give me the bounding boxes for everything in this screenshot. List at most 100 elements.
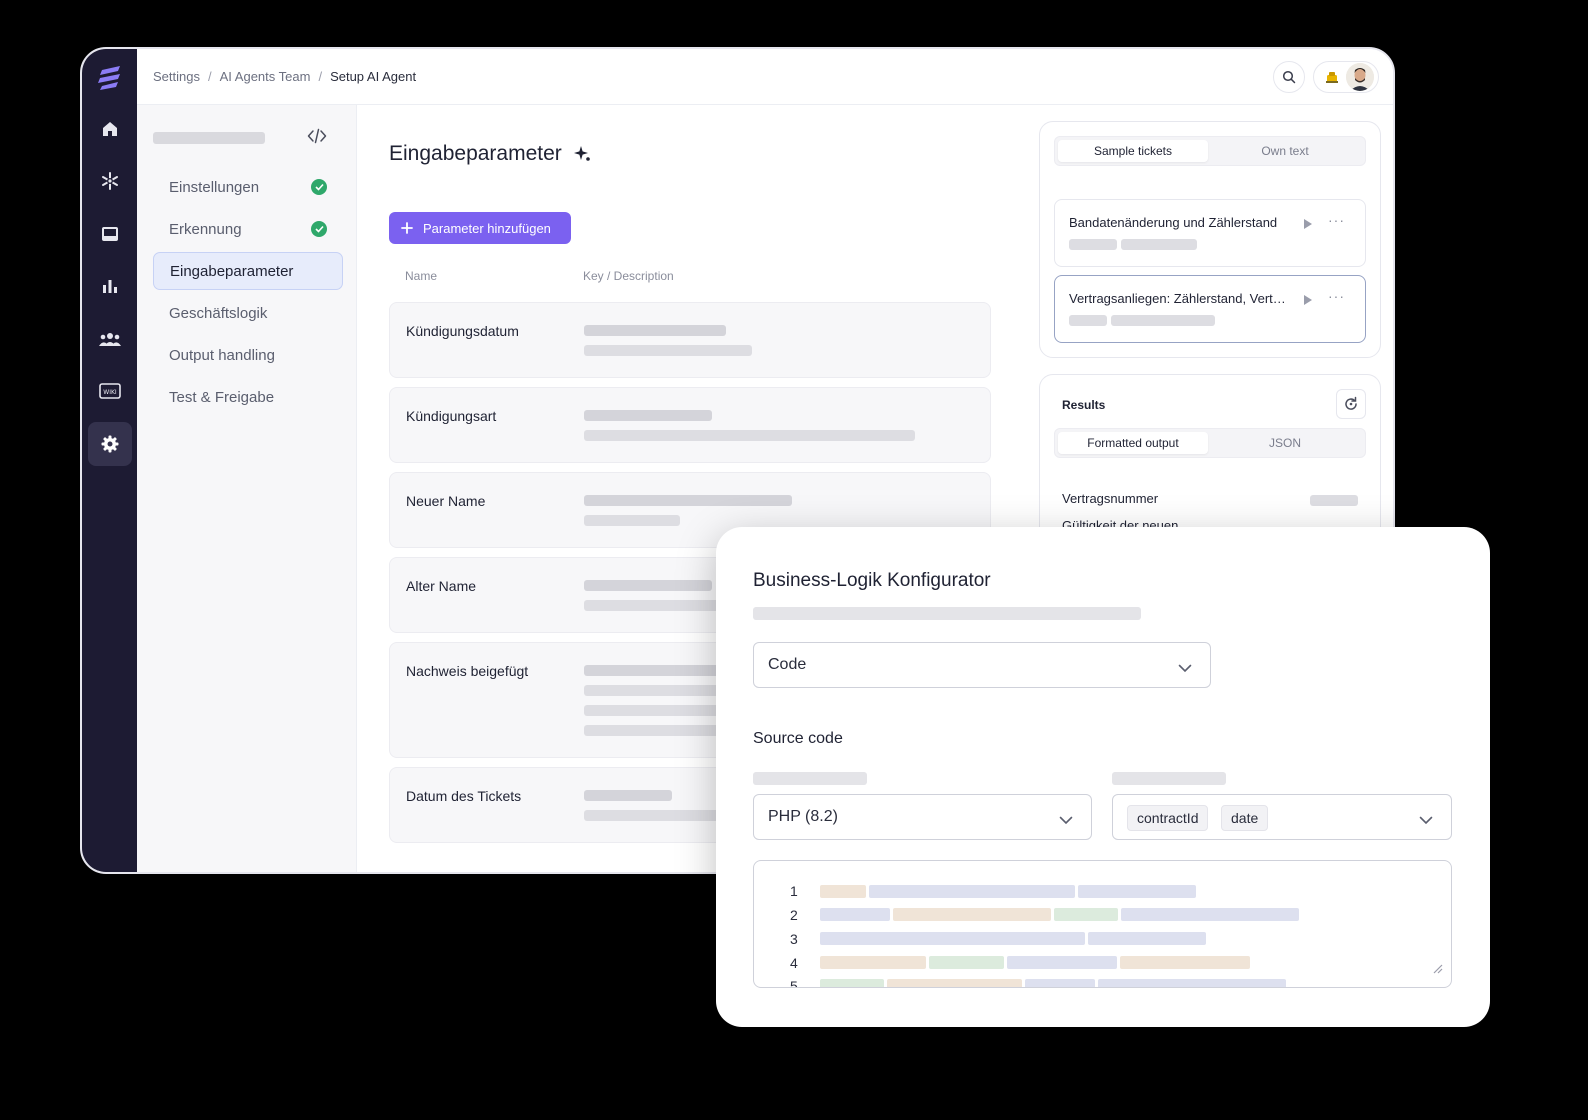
chevron-down-icon: [1419, 812, 1433, 830]
avatar[interactable]: [1346, 63, 1374, 91]
code-token: [1120, 956, 1250, 969]
ticket-card[interactable]: Bandatenänderung und Zählerstand ···: [1054, 199, 1366, 267]
breadcrumb-ai-agents-team[interactable]: AI Agents Team: [220, 69, 311, 84]
parameter-name: Datum des Tickets: [406, 788, 522, 804]
breadcrumb-separator: /: [318, 69, 323, 84]
breadcrumb-settings[interactable]: Settings: [153, 69, 200, 84]
code-token: [1088, 932, 1206, 945]
nav-item-geschaeftslogik[interactable]: Geschäftslogik: [153, 294, 343, 332]
key-placeholder: [584, 325, 726, 336]
configurator-title: Business-Logik Konfigurator: [753, 570, 991, 591]
nav-title-placeholder: [153, 132, 265, 144]
play-icon[interactable]: [1303, 217, 1313, 235]
param-chip[interactable]: contractId: [1127, 805, 1209, 831]
language-select[interactable]: PHP (8.2): [753, 794, 1092, 840]
svg-text:WIKI: WIKI: [103, 389, 117, 396]
search-button[interactable]: [1273, 61, 1305, 93]
wiki-icon[interactable]: WIKI: [88, 369, 132, 413]
nav-item-label: Geschäftslogik: [169, 304, 268, 322]
nav-item-erkennung[interactable]: Erkennung: [153, 210, 343, 248]
ticket-meta-placeholder: [1069, 315, 1107, 326]
nav-item-output-handling[interactable]: Output handling: [153, 336, 343, 374]
parameters-multiselect[interactable]: contractId date: [1112, 794, 1452, 840]
ticket-title: Vertragsanliegen: Zählerstand, Vertragsä…: [1069, 291, 1289, 306]
line-number: 2: [790, 907, 798, 923]
nav-item-label: Eingabeparameter: [170, 262, 294, 280]
breadcrumb-separator: /: [207, 69, 212, 84]
gear-icon[interactable]: [88, 422, 132, 466]
code-token: [869, 885, 1075, 898]
search-icon: [1282, 70, 1296, 84]
chevron-down-icon: [1059, 812, 1073, 830]
code-token: [820, 956, 926, 969]
page-title: Eingabeparameter: [389, 142, 562, 165]
home-icon[interactable]: [88, 107, 132, 151]
description-placeholder: [584, 345, 752, 356]
description-placeholder: [584, 430, 915, 441]
tab-own-text[interactable]: Own text: [1210, 140, 1360, 162]
code-token: [820, 979, 884, 987]
mode-select[interactable]: Code: [753, 642, 1211, 688]
result-label: Vertragsnummer: [1062, 491, 1159, 506]
ticket-meta-placeholder: [1111, 315, 1215, 326]
tab-json[interactable]: JSON: [1210, 432, 1360, 454]
add-parameter-button[interactable]: Parameter hinzufügen: [389, 212, 571, 244]
nav-item-test-freigabe[interactable]: Test & Freigabe: [153, 378, 343, 416]
code-token: [820, 932, 1085, 945]
chart-icon[interactable]: [88, 264, 132, 308]
parameter-name: Kündigungsdatum: [406, 323, 519, 339]
results-title: Results: [1062, 398, 1106, 412]
add-parameter-label: Parameter hinzufügen: [423, 220, 551, 236]
tab-formatted-output[interactable]: Formatted output: [1058, 432, 1208, 454]
parameter-name: Nachweis beigefügt: [406, 663, 529, 679]
more-options-icon[interactable]: ···: [1328, 212, 1345, 228]
play-icon[interactable]: [1303, 293, 1313, 311]
sparkle-icon[interactable]: [88, 159, 132, 203]
check-icon: [311, 221, 327, 237]
code-token: [1054, 908, 1118, 921]
refresh-button[interactable]: [1336, 389, 1366, 419]
line-number: 4: [790, 955, 798, 971]
code-token: [1078, 885, 1196, 898]
code-token: [1098, 979, 1286, 987]
key-placeholder: [584, 410, 712, 421]
logo-icon[interactable]: [96, 63, 124, 91]
check-icon: [311, 179, 327, 195]
ticket-meta-placeholder: [1069, 239, 1117, 250]
source-code-heading: Source code: [753, 730, 843, 747]
code-token: [1121, 908, 1299, 921]
result-value-placeholder: [1310, 495, 1358, 506]
nav-item-einstellungen[interactable]: Einstellungen: [153, 168, 343, 206]
parameter-row[interactable]: Kündigungsdatum: [389, 302, 991, 378]
param-chip[interactable]: date: [1221, 805, 1269, 831]
code-token: [929, 956, 1004, 969]
column-header-key: Key / Description: [583, 269, 674, 283]
team-icon[interactable]: [88, 317, 132, 361]
tab-sample-tickets[interactable]: Sample tickets: [1058, 140, 1208, 162]
nav-item-label: Erkennung: [169, 220, 242, 238]
plus-icon: [401, 222, 413, 234]
parameters-label-placeholder: [1112, 772, 1226, 785]
more-options-icon[interactable]: ···: [1328, 288, 1345, 304]
code-editor[interactable]: 1 2 3 4 5: [753, 860, 1452, 988]
breadcrumb: Settings / AI Agents Team / Setup AI Age…: [153, 69, 416, 84]
inbox-icon[interactable]: [88, 212, 132, 256]
parameter-row[interactable]: Kündigungsart: [389, 387, 991, 463]
code-token: [887, 979, 1022, 987]
parameter-name: Alter Name: [406, 578, 477, 594]
nav-item-eingabeparameter[interactable]: Eingabeparameter: [153, 252, 343, 290]
resize-handle-icon[interactable]: [1431, 961, 1443, 979]
ticket-card-selected[interactable]: Vertragsanliegen: Zählerstand, Vertragsä…: [1054, 275, 1366, 343]
key-placeholder: [584, 790, 672, 801]
code-view-icon[interactable]: [307, 127, 327, 150]
code-token: [1025, 979, 1095, 987]
line-number: 1: [790, 883, 798, 899]
column-header-name: Name: [405, 269, 438, 283]
line-number: 5: [790, 978, 798, 988]
ticket-source-toggle: Sample tickets Own text: [1054, 136, 1366, 166]
user-menu[interactable]: [1313, 61, 1379, 93]
nav-item-label: Test & Freigabe: [169, 388, 275, 406]
business-logic-configurator: Business-Logik Konfigurator Code Source …: [716, 527, 1490, 1027]
nav-item-label: Output handling: [169, 346, 275, 364]
sparkle-icon[interactable]: [573, 145, 593, 170]
